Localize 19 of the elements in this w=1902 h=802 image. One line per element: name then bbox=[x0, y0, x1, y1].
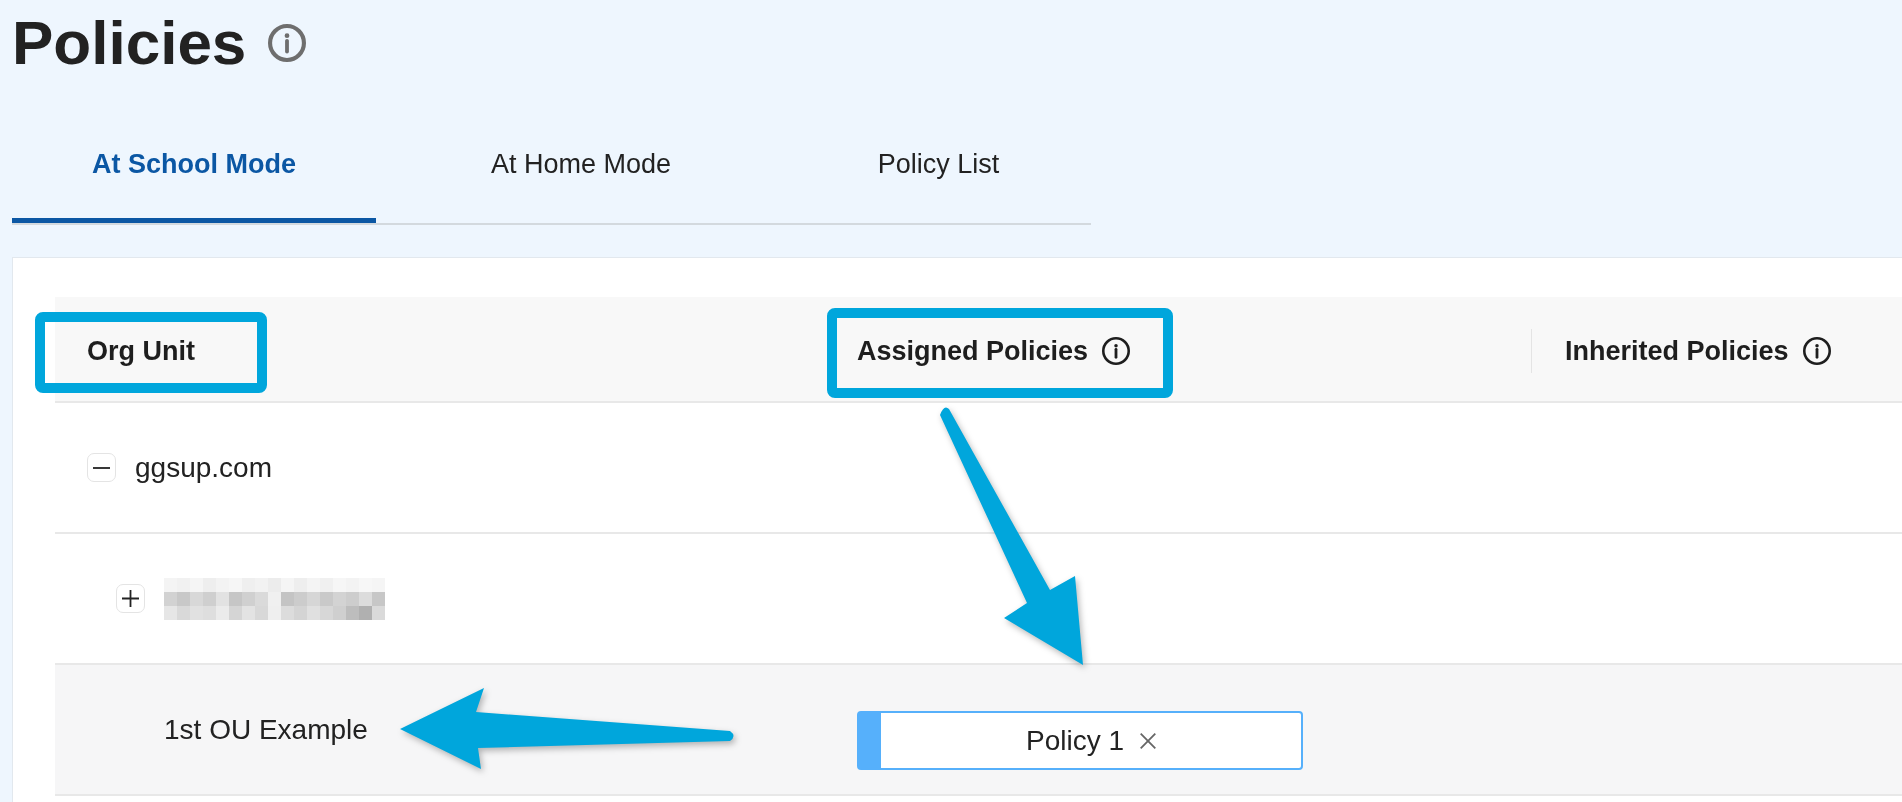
plus-icon bbox=[122, 590, 139, 607]
table-row[interactable]: 1st OU Example Policy 1 bbox=[55, 665, 1902, 796]
info-icon[interactable] bbox=[1802, 337, 1831, 365]
tab[interactable]: At Home Mode bbox=[376, 110, 786, 223]
column-header: Org Unit bbox=[87, 335, 195, 367]
tab[interactable]: Policy List bbox=[786, 110, 1091, 223]
page-title: Policies bbox=[12, 12, 247, 74]
remove-tag-button[interactable] bbox=[1140, 732, 1156, 749]
org-unit-name: ggsup.com bbox=[135, 451, 272, 484]
column-header: Inherited Policies bbox=[1565, 335, 1789, 367]
policy-tag-label: Policy 1 bbox=[1025, 724, 1124, 757]
collapse-button[interactable] bbox=[87, 453, 116, 482]
minus-icon bbox=[93, 466, 110, 469]
column-header: Assigned Policies bbox=[857, 335, 1089, 367]
org-unit-name: 1st OU Example bbox=[164, 713, 368, 746]
info-icon[interactable] bbox=[1102, 337, 1131, 365]
close-icon bbox=[1140, 732, 1156, 749]
expand-button[interactable] bbox=[116, 584, 145, 613]
tab[interactable]: At School Mode bbox=[12, 110, 376, 223]
